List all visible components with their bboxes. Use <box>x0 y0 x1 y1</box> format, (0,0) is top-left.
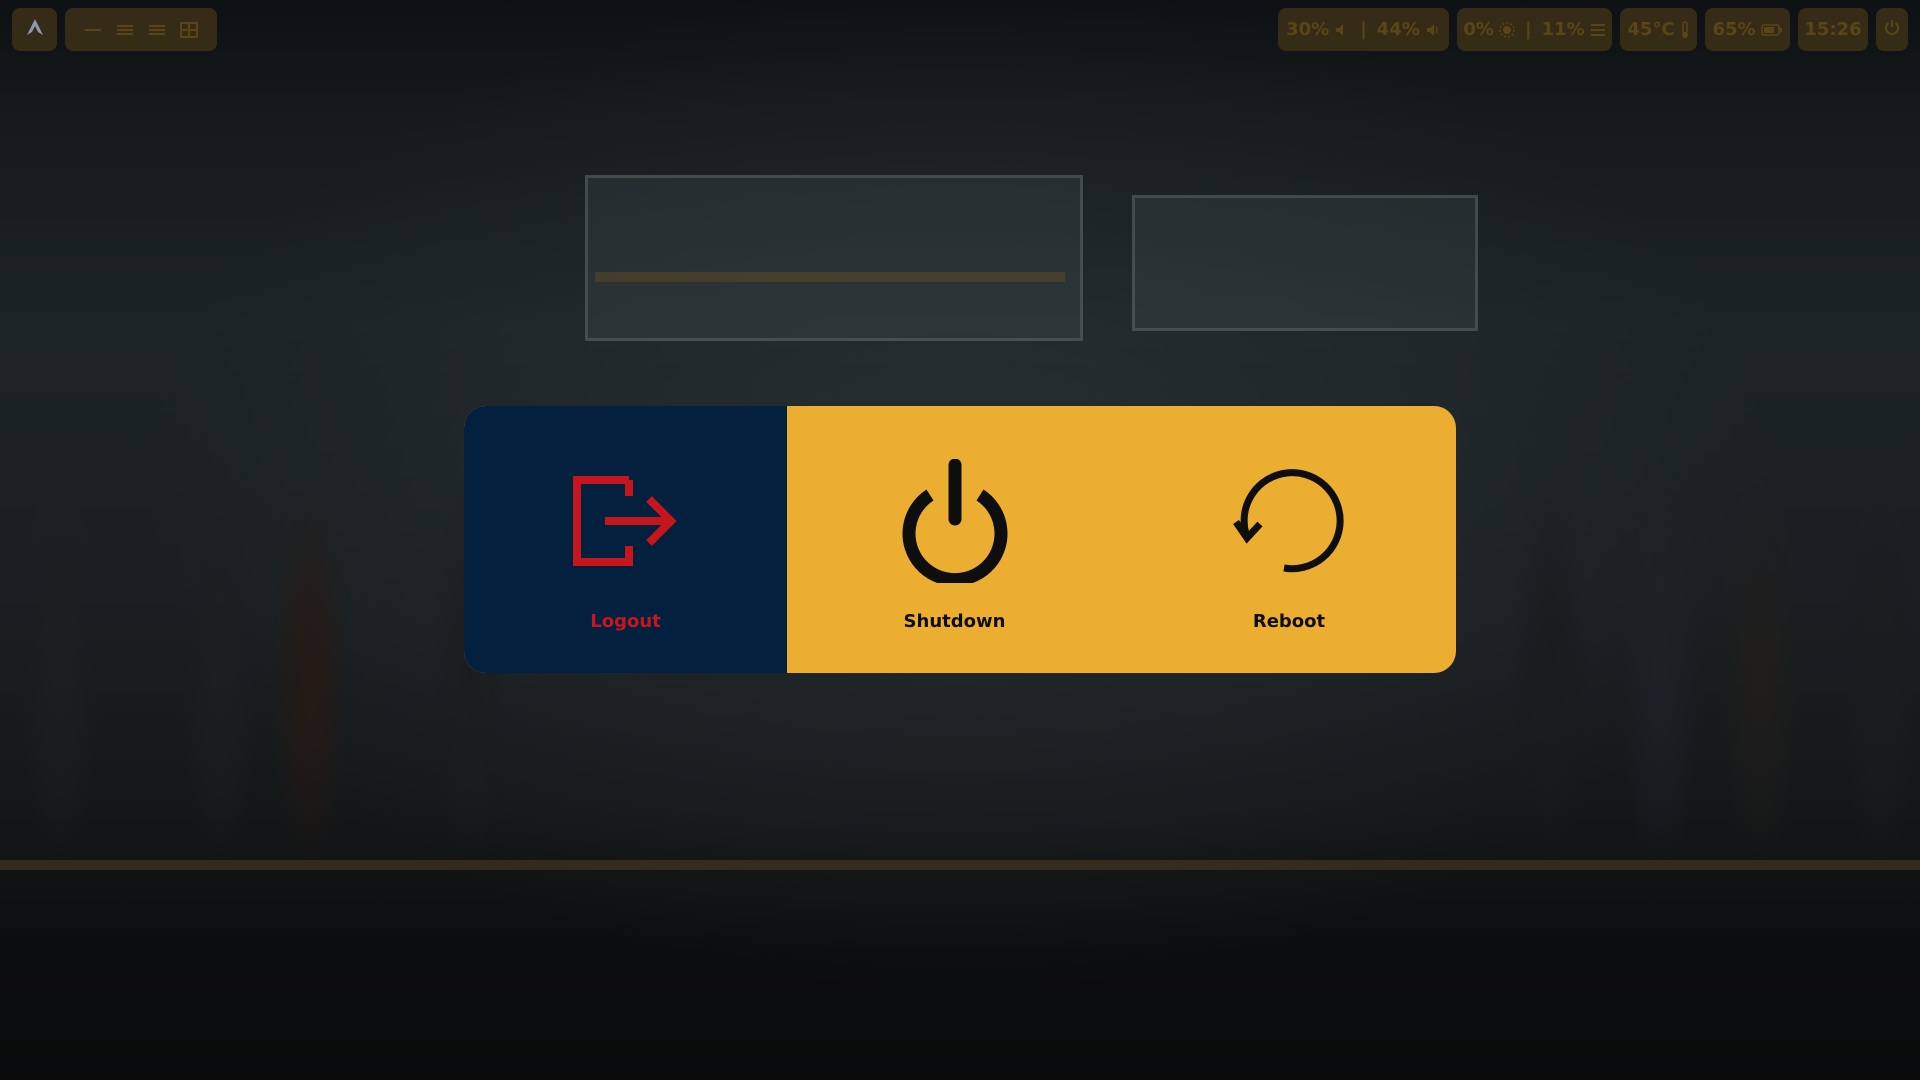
workspace-1-icon[interactable] <box>84 23 102 37</box>
arch-logo-icon <box>25 17 45 42</box>
cpu-value: 11% <box>1541 19 1585 40</box>
workspace-3-icon[interactable] <box>148 23 166 37</box>
topbar-power-button[interactable] <box>1876 8 1908 51</box>
reboot-button[interactable]: Reboot <box>1122 406 1456 673</box>
clock-value: 15:26 <box>1804 19 1862 40</box>
audio-widget[interactable]: 30% | 44% <box>1278 8 1449 51</box>
volume-input-value: 44% <box>1376 19 1420 40</box>
separator: | <box>1360 19 1367 40</box>
cpu-icon <box>1590 23 1606 37</box>
battery-value: 65% <box>1712 19 1756 40</box>
separator: | <box>1524 19 1532 40</box>
power-menu: Logout Shutdown Reboot <box>464 406 1456 673</box>
workspace-switcher <box>65 8 217 51</box>
workspace-4-icon[interactable] <box>180 21 198 38</box>
shutdown-label: Shutdown <box>903 611 1006 632</box>
temperature-value: 45°C <box>1627 19 1675 40</box>
top-bar: 30% | 44% 0% | 11% 45°C 65% 15:26 <box>12 8 1908 51</box>
launcher-button[interactable] <box>12 8 57 51</box>
reboot-icon <box>1230 459 1348 583</box>
speaker-low-icon <box>1425 22 1441 38</box>
workspace-2-icon[interactable] <box>116 23 134 37</box>
temperature-widget[interactable]: 45°C <box>1620 8 1697 51</box>
logout-button[interactable]: Logout <box>464 406 787 673</box>
clock-widget[interactable]: 15:26 <box>1798 8 1868 51</box>
brightness-icon <box>1499 21 1515 38</box>
brightness-value: 0% <box>1463 19 1494 40</box>
thermometer-icon <box>1680 20 1690 39</box>
sign-stripe <box>595 272 1065 282</box>
logout-icon <box>567 459 685 583</box>
battery-icon <box>1760 23 1783 37</box>
speaker-icon <box>1334 22 1350 38</box>
platform-edge-line <box>0 860 1920 870</box>
station-sign-right <box>1132 195 1478 331</box>
reboot-label: Reboot <box>1252 611 1326 632</box>
logout-label: Logout <box>590 611 661 632</box>
system-stats-widget[interactable]: 0% | 11% <box>1457 8 1612 51</box>
shutdown-button[interactable]: Shutdown <box>787 406 1122 673</box>
power-icon <box>1884 19 1900 40</box>
battery-widget[interactable]: 65% <box>1705 8 1790 51</box>
station-sign-left <box>585 175 1083 341</box>
volume-output-value: 30% <box>1286 19 1330 40</box>
power-icon <box>896 459 1014 583</box>
